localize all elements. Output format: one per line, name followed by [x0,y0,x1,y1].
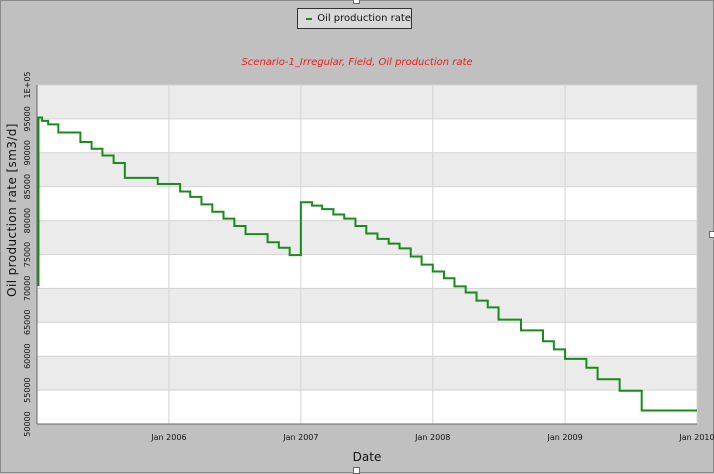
plot-band [37,118,697,153]
y-tick-label: 75000 [23,242,32,267]
y-tick-label: 70000 [23,276,32,301]
y-tick-label: 95000 [23,106,32,131]
x-axis-label: Date [352,450,382,464]
y-tick-label: 90000 [23,140,32,165]
plot-band [37,85,697,119]
x-tick-label: Jan 2006 [150,433,186,442]
x-tick-label: Jan 2007 [282,433,318,442]
y-axis-label: Oil production rate [sm3/d] [5,123,19,297]
plot-area[interactable]: 50000 55000 60000 65000 70000 75000 80000 85000… [0,0,714,473]
plot-band [37,288,697,323]
plot-band [37,186,697,221]
y-tick-label: 55000 [23,377,32,402]
plot-band [37,322,697,357]
plot-band [37,254,697,289]
y-tick-label: 1E+05 [23,71,32,98]
y-tick-label: 65000 [23,310,32,335]
y-tick-label: 80000 [23,208,32,233]
plot-band [37,390,697,424]
x-tick-label: Jan 2010 [678,433,714,442]
y-tick-label: 85000 [23,174,32,199]
plot-band [37,152,697,187]
x-tick-label: Jan 2008 [414,433,450,442]
x-tick-label: Jan 2009 [546,433,582,442]
y-tick-label: 60000 [23,343,32,368]
y-tick-label: 50000 [23,411,32,436]
